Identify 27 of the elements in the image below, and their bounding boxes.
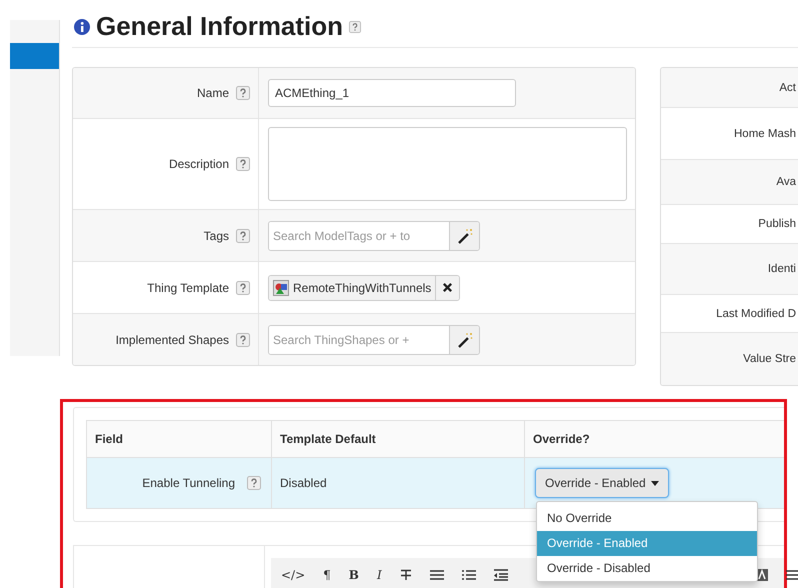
italic-button[interactable]: I [376,568,382,582]
info-label: Ava [776,176,796,188]
bold-button[interactable]: B [348,568,359,582]
info-label: Identi [768,263,796,275]
field-label: Thing Template [147,280,229,294]
override-dropdown[interactable]: Override - Enabled [535,468,669,498]
field-label: Tags [204,228,229,242]
column-header: Override? [525,421,784,458]
table-cell: Enable Tunneling [142,476,235,490]
info-label: Act [779,82,796,94]
info-label: Publish [758,218,796,230]
menu-option[interactable]: No Override [537,506,757,531]
menu-option[interactable]: Override - Disabled [537,556,757,581]
info-label: Last Modified D [716,308,796,320]
page-title: General Information [96,11,344,42]
template-chip[interactable]: RemoteThingWithTunnels [269,276,436,300]
info-label: Home Mash [734,128,796,140]
info-label: Value Stre [743,353,796,365]
column-header: Field [87,421,272,458]
table-cell: Disabled [280,476,327,490]
toolbar-button[interactable]: ¶ [323,568,331,582]
toolbar-button[interactable]: </> [281,568,306,582]
column-header: Template Default [272,421,525,458]
field-label: Description [168,157,229,171]
field-label: Name [196,86,229,100]
field-label: Implemented Shapes [116,332,229,346]
name-field[interactable]: ACMEthing_1 [268,79,516,107]
